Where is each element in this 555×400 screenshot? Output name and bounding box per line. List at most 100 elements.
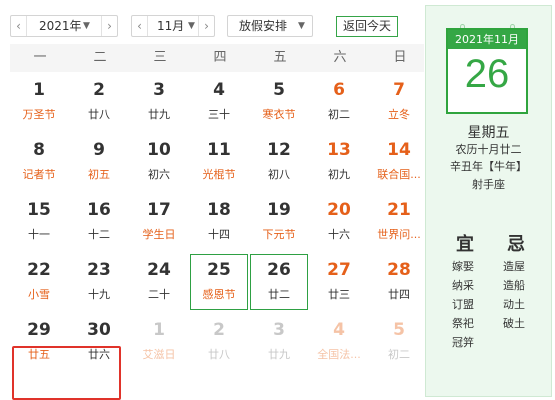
day-number: 4	[213, 80, 225, 100]
lunar-date: 农历十月廿二	[455, 143, 522, 156]
festival-label: 光棍节	[202, 168, 236, 181]
prev-month-arrow-icon[interactable]: ‹	[132, 16, 148, 36]
next-year-arrow-icon[interactable]: ›	[101, 16, 117, 36]
day-cell[interactable]: 23 十九	[70, 254, 128, 310]
yi-item: 纳采	[452, 279, 474, 292]
day-number: 4	[333, 320, 345, 340]
day-cell-next-month[interactable]: 4 全国法...	[310, 314, 368, 370]
day-number: 2	[93, 80, 105, 100]
day-cell[interactable]: 17 学生日	[130, 194, 188, 250]
lunar-day-label: 廿九	[268, 348, 290, 361]
ganzhi-year: 辛丑年【牛年】	[450, 160, 527, 173]
day-number: 18	[207, 200, 231, 220]
day-number: 16	[87, 200, 111, 220]
lunar-day-label: 初九	[328, 168, 350, 181]
weekday-label: 三	[153, 50, 167, 65]
day-number: 17	[147, 200, 171, 220]
day-number: 21	[387, 200, 411, 220]
day-number: 8	[33, 140, 45, 160]
yi-title: 宜	[456, 234, 474, 255]
festival-label: 感恩节	[202, 288, 236, 301]
month-select[interactable]: ‹ 11月 ▼ ›	[131, 15, 215, 37]
day-cell[interactable]: 3 廿九	[130, 74, 188, 130]
day-cell[interactable]: 16 十二	[70, 194, 128, 250]
back-to-today-button[interactable]: 返回今天	[336, 16, 398, 37]
lunar-day-label: 十一	[28, 228, 50, 241]
lunar-day-label: 初二	[388, 348, 410, 361]
day-cell[interactable]: 2 廿八	[70, 74, 128, 130]
day-cell[interactable]: 7 立冬	[370, 74, 428, 130]
lunar-day-label: 廿六	[88, 348, 110, 361]
day-cell[interactable]: 9 初五	[70, 134, 128, 190]
day-cell[interactable]: 4 三十	[190, 74, 248, 130]
lunar-day-label: 二十	[148, 288, 170, 301]
festival-label: 记者节	[22, 168, 56, 181]
day-number: 15	[27, 200, 51, 220]
day-number: 23	[87, 260, 111, 280]
day-cell[interactable]: 1 万圣节	[10, 74, 68, 130]
day-cell[interactable]: 27 廿三	[310, 254, 368, 310]
day-cell-next-month[interactable]: 3 廿九	[250, 314, 308, 370]
day-cell[interactable]: 8 记者节	[10, 134, 68, 190]
lunar-day-label: 十六	[328, 228, 350, 241]
day-cell[interactable]: 12 初八	[250, 134, 308, 190]
day-cell[interactable]: 14 联合国...	[370, 134, 428, 190]
day-cell[interactable]: 25 感恩节	[190, 254, 248, 310]
date-card-header: 2021年11月	[448, 30, 526, 49]
day-number: 26	[267, 260, 291, 280]
festival-label: 全国法...	[317, 348, 361, 361]
day-number: 1	[33, 80, 45, 100]
day-cell[interactable]: 15 十一	[10, 194, 68, 250]
yi-item: 冠笄	[452, 336, 474, 349]
yi-item: 订盟	[452, 298, 474, 311]
chevron-down-icon: ▼	[298, 21, 305, 31]
date-card-icon: 2021年11月 26	[446, 28, 528, 114]
day-cell[interactable]: 10 初六	[130, 134, 188, 190]
day-cell[interactable]: 6 初二	[310, 74, 368, 130]
day-cell[interactable]: 11 光棍节	[190, 134, 248, 190]
day-cell[interactable]: 28 廿四	[370, 254, 428, 310]
day-cell[interactable]: 19 下元节	[250, 194, 308, 250]
day-number: 10	[147, 140, 171, 160]
lunar-day-label: 廿九	[148, 108, 170, 121]
festival-label: 初五	[88, 168, 110, 181]
day-number: 6	[333, 80, 345, 100]
lunar-day-label: 廿四	[388, 288, 410, 301]
day-cell[interactable]: 21 世界问...	[370, 194, 428, 250]
day-cell[interactable]: 29 廿五	[10, 314, 68, 370]
yi-item: 祭祀	[452, 317, 474, 330]
day-number: 14	[387, 140, 411, 160]
day-cell[interactable]: 5 寒衣节	[250, 74, 308, 130]
ji-item: 动土	[503, 298, 525, 311]
weekday-label: 二	[93, 50, 107, 65]
day-cell[interactable]: 24 二十	[130, 254, 188, 310]
festival-label: 寒衣节	[262, 108, 296, 121]
day-cell[interactable]: 26 廿二	[250, 254, 308, 310]
year-select[interactable]: ‹ 2021年 ▼ ›	[10, 15, 118, 37]
next-month-arrow-icon[interactable]: ›	[198, 16, 214, 36]
day-cell[interactable]: 18 十四	[190, 194, 248, 250]
calendar-toolbar: ‹ 2021年 ▼ › ‹ 11月 ▼ › 放假安排 ▼ 返回今天	[10, 12, 420, 40]
day-cell[interactable]: 30 廿六	[70, 314, 128, 370]
festival-label: 世界问...	[377, 228, 421, 241]
lunar-day-label: 初六	[148, 168, 170, 181]
day-cell-next-month[interactable]: 5 初二	[370, 314, 428, 370]
day-cell-next-month[interactable]: 2 廿八	[190, 314, 248, 370]
prev-year-arrow-icon[interactable]: ‹	[11, 16, 27, 36]
yi-item: 嫁娶	[452, 260, 474, 273]
weekday-label: 五	[273, 50, 287, 65]
day-cell[interactable]: 20 十六	[310, 194, 368, 250]
day-number: 9	[93, 140, 105, 160]
day-cell[interactable]: 13 初九	[310, 134, 368, 190]
holiday-label: 放假安排	[239, 19, 288, 33]
day-number: 19	[267, 200, 291, 220]
holiday-select[interactable]: 放假安排 ▼	[227, 15, 313, 37]
day-cell[interactable]: 22 小雪	[10, 254, 68, 310]
day-cell-next-month[interactable]: 1 艾滋日	[130, 314, 188, 370]
festival-label: 万圣节	[22, 108, 56, 121]
weekday-label: 四	[213, 50, 227, 65]
chevron-down-icon: ▼	[188, 21, 195, 31]
day-number: 29	[27, 320, 51, 340]
lunar-day-label: 三十	[208, 108, 230, 121]
day-number: 28	[387, 260, 411, 280]
